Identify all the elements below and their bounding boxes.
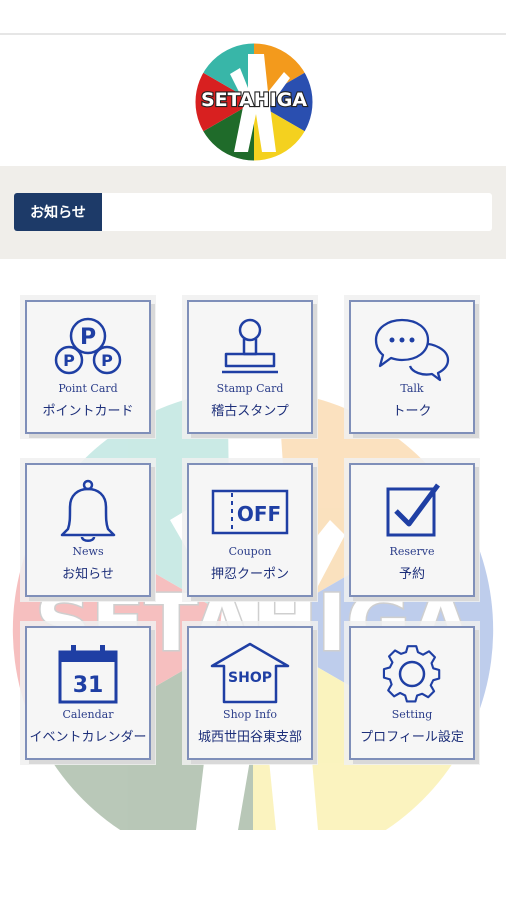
- setahiga-logo: SETAHIGA: [190, 40, 318, 164]
- stamp-icon: [189, 316, 311, 382]
- news-button[interactable]: News お知らせ: [25, 463, 151, 597]
- chat-bubbles-icon: [351, 316, 473, 382]
- calendar-day-text: 31: [73, 673, 104, 698]
- coupon-off-icon: OFF: [189, 479, 311, 545]
- tile-label-jp: トーク: [392, 404, 432, 419]
- tile-label-jp: お知らせ: [62, 567, 114, 582]
- tile-label-jp: プロフィール設定: [360, 730, 464, 745]
- point-card-button[interactable]: P P P Point Card ポイントカード: [25, 300, 151, 434]
- svg-text:P: P: [80, 325, 96, 350]
- talk-button[interactable]: Talk トーク: [349, 300, 475, 434]
- tile-label-jp: 城西世田谷東支部: [197, 730, 302, 745]
- tile-label-en: Stamp Card: [216, 382, 284, 395]
- bell-icon: [27, 479, 149, 545]
- tile-label-jp: イベントカレンダー: [29, 730, 147, 745]
- setting-button[interactable]: Setting プロフィール設定: [349, 626, 475, 760]
- news-tag: お知らせ: [14, 193, 102, 231]
- calendar-icon: 31: [27, 642, 149, 708]
- calendar-button[interactable]: 31 Calendar イベントカレンダー: [25, 626, 151, 760]
- svg-text:P: P: [63, 351, 75, 370]
- shop-sign-text: SHOP: [228, 670, 272, 686]
- tile-label-jp: 予約: [398, 567, 425, 582]
- checkbox-icon: [351, 479, 473, 545]
- tile-label-jp: 押忍クーポン: [210, 567, 289, 582]
- background-watermark: SETAHIGA: [12, 390, 494, 830]
- tile-label-en: Talk: [400, 382, 424, 395]
- tile-label-jp: 稽古スタンプ: [211, 404, 289, 419]
- tile-label-en: Coupon: [228, 545, 272, 558]
- svg-text:P: P: [101, 351, 113, 370]
- point-card-icon: P P P: [27, 316, 149, 382]
- tile-label-en: Point Card: [58, 382, 118, 395]
- tile-label-en: Setting: [391, 708, 433, 721]
- tile-label-jp: ポイントカード: [42, 404, 134, 419]
- shop-icon: SHOP: [189, 642, 311, 708]
- top-divider: [0, 33, 506, 35]
- shop-info-button[interactable]: SHOP Shop Info 城西世田谷東支部: [187, 626, 313, 760]
- logo-text: SETAHIGA: [201, 89, 307, 111]
- reserve-button[interactable]: Reserve 予約: [349, 463, 475, 597]
- coupon-button[interactable]: OFF Coupon 押忍クーポン: [187, 463, 313, 597]
- tile-label-en: Calendar: [62, 708, 114, 721]
- tile-label-en: Reserve: [389, 545, 435, 558]
- tile-label-en: Shop Info: [223, 708, 277, 721]
- gear-icon: [351, 642, 473, 708]
- stamp-card-button[interactable]: Stamp Card 稽古スタンプ: [187, 300, 313, 434]
- tile-label-en: News: [72, 545, 104, 558]
- coupon-off-text: OFF: [237, 502, 281, 526]
